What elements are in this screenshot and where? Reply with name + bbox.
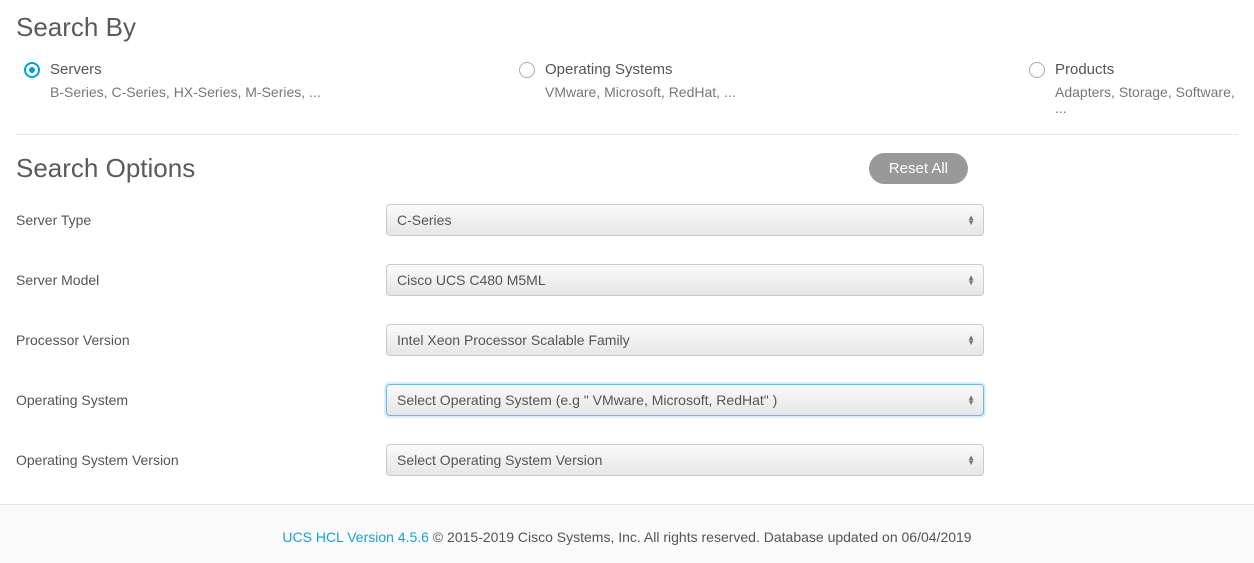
select-value: Intel Xeon Processor Scalable Family	[397, 332, 630, 348]
select-server-type[interactable]: C-Series ▲▼	[386, 204, 984, 236]
radio-group-os[interactable]: Operating Systems VMware, Microsoft, Red…	[519, 61, 1029, 116]
radio-label: Products	[1055, 61, 1114, 78]
select-value: Cisco UCS C480 M5ML	[397, 272, 546, 288]
label-server-model: Server Model	[16, 272, 386, 288]
label-operating-system: Operating System	[16, 392, 386, 408]
select-value: Select Operating System (e.g " VMware, M…	[397, 392, 777, 408]
footer-version-link[interactable]: UCS HCL Version 4.5.6	[282, 529, 429, 545]
footer-text: © 2015-2019 Cisco Systems, Inc. All righ…	[429, 529, 972, 545]
radio-icon-selected[interactable]	[24, 62, 40, 78]
label-processor-version: Processor Version	[16, 332, 386, 348]
row-processor-version: Processor Version Intel Xeon Processor S…	[16, 324, 1238, 356]
search-by-options: Servers B-Series, C-Series, HX-Series, M…	[16, 61, 1238, 135]
radio-icon[interactable]	[519, 62, 535, 78]
row-server-type: Server Type C-Series ▲▼	[16, 204, 1238, 236]
select-operating-system[interactable]: Select Operating System (e.g " VMware, M…	[386, 384, 984, 416]
chevron-updown-icon: ▲▼	[967, 275, 975, 285]
chevron-updown-icon: ▲▼	[967, 215, 975, 225]
radio-group-products[interactable]: Products Adapters, Storage, Software, ..…	[1029, 61, 1238, 116]
footer: UCS HCL Version 4.5.6 © 2015-2019 Cisco …	[0, 504, 1254, 563]
label-os-version: Operating System Version	[16, 452, 386, 468]
radio-group-servers[interactable]: Servers B-Series, C-Series, HX-Series, M…	[24, 61, 519, 116]
radio-label: Servers	[50, 61, 102, 78]
label-server-type: Server Type	[16, 212, 386, 228]
chevron-updown-icon: ▲▼	[967, 335, 975, 345]
select-processor-version[interactable]: Intel Xeon Processor Scalable Family ▲▼	[386, 324, 984, 356]
search-options-title: Search Options	[16, 153, 195, 184]
reset-all-button[interactable]: Reset All	[869, 153, 968, 184]
chevron-updown-icon: ▲▼	[967, 395, 975, 405]
chevron-updown-icon: ▲▼	[967, 455, 975, 465]
search-by-title: Search By	[16, 12, 1238, 43]
select-value: C-Series	[397, 212, 451, 228]
row-operating-system: Operating System Select Operating System…	[16, 384, 1238, 416]
select-os-version[interactable]: Select Operating System Version ▲▼	[386, 444, 984, 476]
select-server-model[interactable]: Cisco UCS C480 M5ML ▲▼	[386, 264, 984, 296]
select-value: Select Operating System Version	[397, 452, 602, 468]
radio-label: Operating Systems	[545, 61, 673, 78]
radio-sublabel: Adapters, Storage, Software, ...	[1055, 84, 1238, 116]
radio-icon[interactable]	[1029, 62, 1045, 78]
radio-sublabel: B-Series, C-Series, HX-Series, M-Series,…	[50, 84, 519, 100]
row-os-version: Operating System Version Select Operatin…	[16, 444, 1238, 476]
radio-sublabel: VMware, Microsoft, RedHat, ...	[545, 84, 1029, 100]
row-server-model: Server Model Cisco UCS C480 M5ML ▲▼	[16, 264, 1238, 296]
